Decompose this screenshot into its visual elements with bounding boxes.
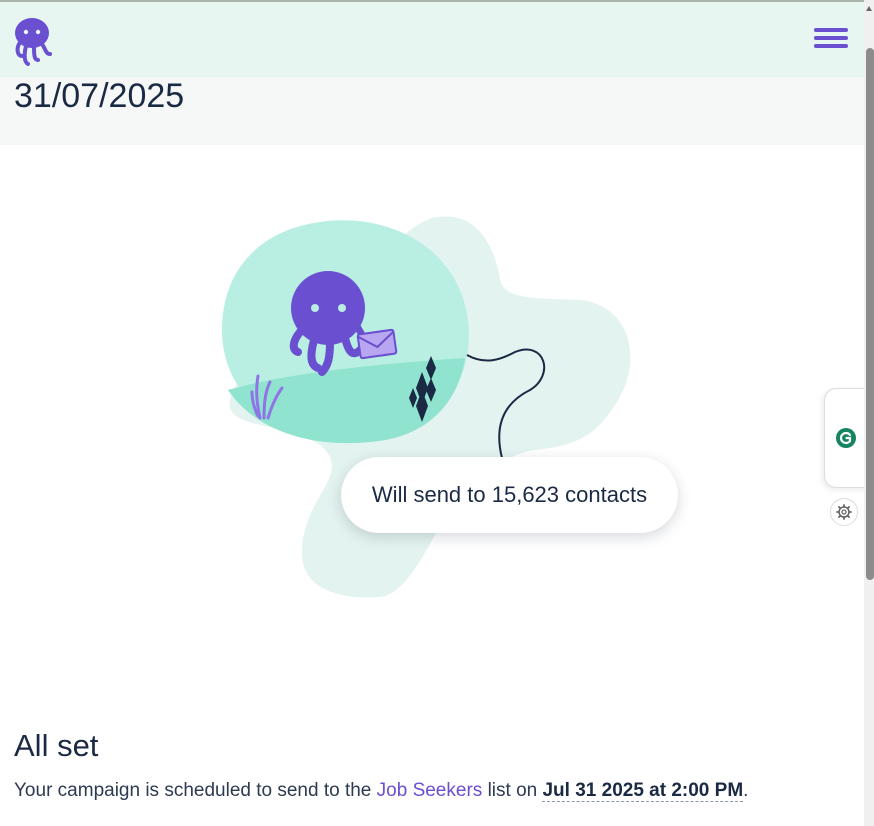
hamburger-menu-icon[interactable] [814, 28, 848, 54]
desc-after: . [743, 780, 749, 801]
app-header [0, 2, 864, 77]
gear-icon [836, 504, 852, 520]
send-count-text: Will send to 15,623 contacts [371, 482, 648, 507]
scrollbar-thumb[interactable] [866, 48, 874, 580]
grammarly-panel[interactable] [824, 388, 868, 488]
status-title: All set [14, 728, 99, 763]
campaign-illustration [222, 216, 631, 598]
desc-middle: list on [487, 780, 538, 801]
send-count-bubble: Will send to 15,623 contacts [341, 457, 678, 533]
desc-before: Your campaign is scheduled to send to th… [14, 780, 372, 801]
scheduled-date: 31/07/2025 [14, 77, 185, 115]
grammarly-icon[interactable] [835, 427, 857, 449]
status-description: Your campaign is scheduled to send to th… [14, 778, 748, 804]
envelope-icon [356, 328, 398, 360]
scroll-up-arrow-icon[interactable] [866, 6, 872, 11]
date-band: 31/07/2025 [0, 77, 864, 145]
list-name-link[interactable]: Job Seekers [377, 780, 483, 801]
extension-settings-button[interactable] [830, 498, 858, 526]
octopus-logo-icon[interactable] [12, 16, 52, 68]
scheduled-time[interactable]: Jul 31 2025 at 2:00 PM [542, 780, 744, 802]
